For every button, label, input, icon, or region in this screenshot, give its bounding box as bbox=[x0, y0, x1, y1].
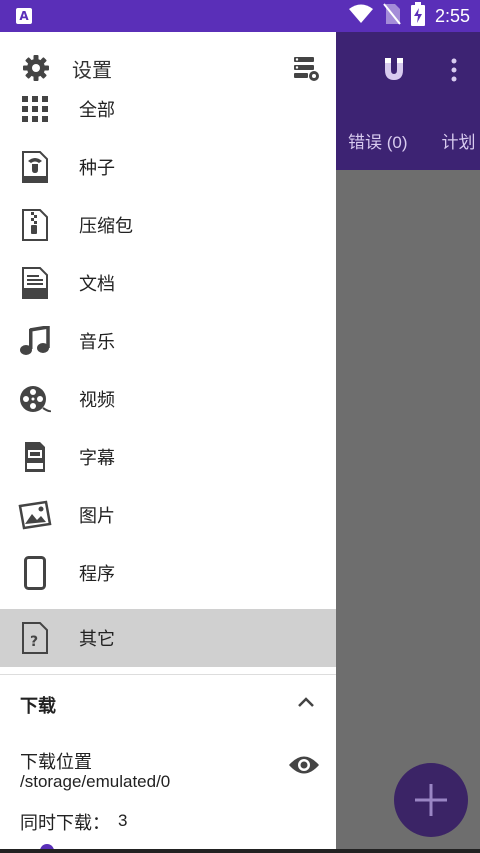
add-icon bbox=[415, 784, 447, 816]
download-location-label[interactable]: 下载位置 bbox=[20, 748, 92, 774]
more-vert-icon[interactable] bbox=[450, 58, 458, 86]
category-label: 其它 bbox=[79, 629, 115, 650]
navigation-bar bbox=[0, 849, 480, 853]
eye-icon[interactable] bbox=[288, 754, 320, 780]
download-section-header[interactable]: 下载 bbox=[20, 692, 56, 718]
category-label: 压缩包 bbox=[79, 216, 133, 237]
simultaneous-downloads-value[interactable]: 3 bbox=[118, 811, 127, 831]
category-item-archive[interactable]: 压缩包 bbox=[0, 196, 336, 254]
clock: 2:55 bbox=[434, 5, 470, 26]
category-item-document[interactable]: 文档 bbox=[0, 254, 336, 312]
category-label: 种子 bbox=[79, 158, 115, 179]
category-label: 程序 bbox=[79, 564, 115, 585]
category-label: 图片 bbox=[79, 506, 115, 527]
battery-charging-icon bbox=[410, 2, 425, 30]
chevron-up-icon[interactable] bbox=[296, 694, 316, 713]
category-item-all[interactable]: 全部 bbox=[0, 80, 336, 138]
tab-errors[interactable]: 错误 (0) bbox=[348, 133, 408, 152]
category-item-video[interactable]: 视频 bbox=[0, 370, 336, 428]
drawer-title[interactable]: 设置 bbox=[72, 54, 112, 83]
status-bar: A 2:55 bbox=[0, 0, 480, 32]
navigation-drawer: 设置 全部 种子 压缩包 文档 音乐 视频 字幕 图片 程序 ? 其它 下载 下… bbox=[0, 32, 336, 853]
category-item-subtitle[interactable]: 字幕 bbox=[0, 428, 336, 486]
unknown-file-icon: ? bbox=[18, 621, 52, 655]
tab-scheduled[interactable]: 计划 bbox=[442, 133, 476, 152]
no-sim-icon bbox=[383, 3, 401, 29]
subtitle-file-icon bbox=[18, 440, 52, 474]
torrent-file-icon bbox=[18, 150, 52, 184]
category-label: 字幕 bbox=[79, 448, 115, 469]
category-item-torrent[interactable]: 种子 bbox=[0, 138, 336, 196]
image-icon bbox=[18, 498, 52, 532]
simultaneous-downloads-label[interactable]: 同时下载： bbox=[20, 809, 110, 835]
category-label: 音乐 bbox=[79, 332, 115, 353]
wifi-icon bbox=[348, 4, 373, 28]
magnet-icon[interactable] bbox=[382, 56, 406, 86]
category-item-other[interactable]: ? 其它 bbox=[0, 609, 336, 667]
category-label: 全部 bbox=[79, 100, 115, 121]
archive-file-icon bbox=[18, 208, 52, 242]
category-label: 视频 bbox=[79, 390, 115, 411]
music-note-icon bbox=[18, 324, 52, 358]
category-item-music[interactable]: 音乐 bbox=[0, 312, 336, 370]
app-notification-icon: A bbox=[16, 8, 32, 24]
background-toolbar bbox=[320, 52, 480, 88]
add-button[interactable] bbox=[394, 763, 468, 837]
background-tabs: 错误 (0) 计划 bbox=[348, 128, 480, 153]
svg-text:?: ? bbox=[30, 634, 38, 650]
film-reel-icon bbox=[18, 382, 52, 416]
phone-icon bbox=[18, 556, 52, 590]
grid-icon bbox=[18, 92, 52, 126]
category-item-program[interactable]: 程序 bbox=[0, 544, 336, 602]
download-location-path[interactable]: /storage/emulated/0 bbox=[20, 772, 170, 792]
category-label: 文档 bbox=[79, 274, 115, 295]
divider bbox=[0, 674, 336, 675]
doc-file-icon bbox=[18, 266, 52, 300]
category-item-image[interactable]: 图片 bbox=[0, 486, 336, 544]
